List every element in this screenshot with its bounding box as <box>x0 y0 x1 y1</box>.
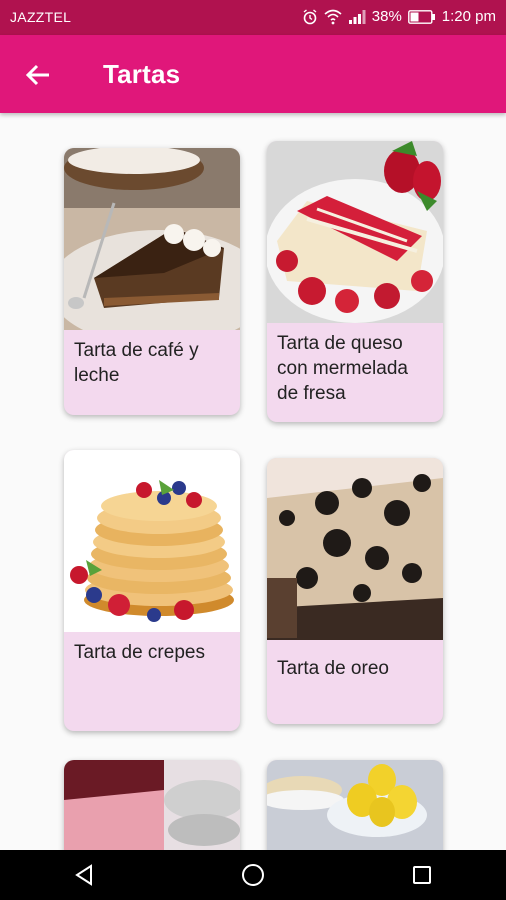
page-title: Tartas <box>103 59 181 89</box>
recipe-card-crepes[interactable]: Tarta de crepes <box>64 450 240 731</box>
cake-photo-5 <box>64 760 240 850</box>
wifi-icon <box>324 9 342 24</box>
recipe-card-cafe-leche[interactable]: Tarta de café y leche <box>64 148 240 415</box>
cake-photo-queso-fresa <box>267 141 443 323</box>
recipe-title: Tarta de café y leche <box>74 340 199 386</box>
square-recents-icon <box>412 866 431 884</box>
cake-photo-oreo <box>267 458 443 640</box>
nav-back-button[interactable] <box>54 850 114 900</box>
battery-icon <box>407 9 435 24</box>
arrow-back-icon <box>25 64 49 86</box>
alarm-icon <box>303 8 317 24</box>
recipe-card-5[interactable] <box>64 760 240 850</box>
nav-recents-button[interactable] <box>392 850 452 900</box>
nav-home-button[interactable] <box>223 850 283 900</box>
recipe-card-queso-fresa[interactable]: Tarta de queso con mermelada de fresa <box>267 141 443 422</box>
back-button[interactable] <box>22 59 54 91</box>
carrier-label: JAZZTEL <box>10 9 72 25</box>
status-bar: JAZZTEL 38% 1:20 pm <box>0 0 506 35</box>
clock: 1:20 pm <box>441 8 496 25</box>
cake-photo-crepes <box>64 450 240 632</box>
circle-home-icon <box>241 864 264 886</box>
cake-photo-6 <box>267 760 443 850</box>
recipe-grid: Tarta de café y leche Tarta de queso con… <box>0 113 506 850</box>
battery-percent: 38% <box>371 8 402 25</box>
status-icons: 38% 1:20 pm <box>302 8 496 25</box>
recipe-card-oreo[interactable]: Tarta de oreo <box>267 458 443 724</box>
app-bar: Tartas <box>0 35 506 113</box>
signal-icon <box>348 9 366 24</box>
cake-photo-cafe-leche <box>64 148 240 330</box>
recipe-title: Tarta de queso con mermelada de fresa <box>277 333 408 404</box>
system-nav-bar <box>0 850 506 900</box>
recipe-card-6[interactable] <box>267 760 443 850</box>
recipe-title: Tarta de oreo <box>277 658 389 679</box>
triangle-back-icon <box>75 864 93 886</box>
recipe-title: Tarta de crepes <box>74 642 205 663</box>
